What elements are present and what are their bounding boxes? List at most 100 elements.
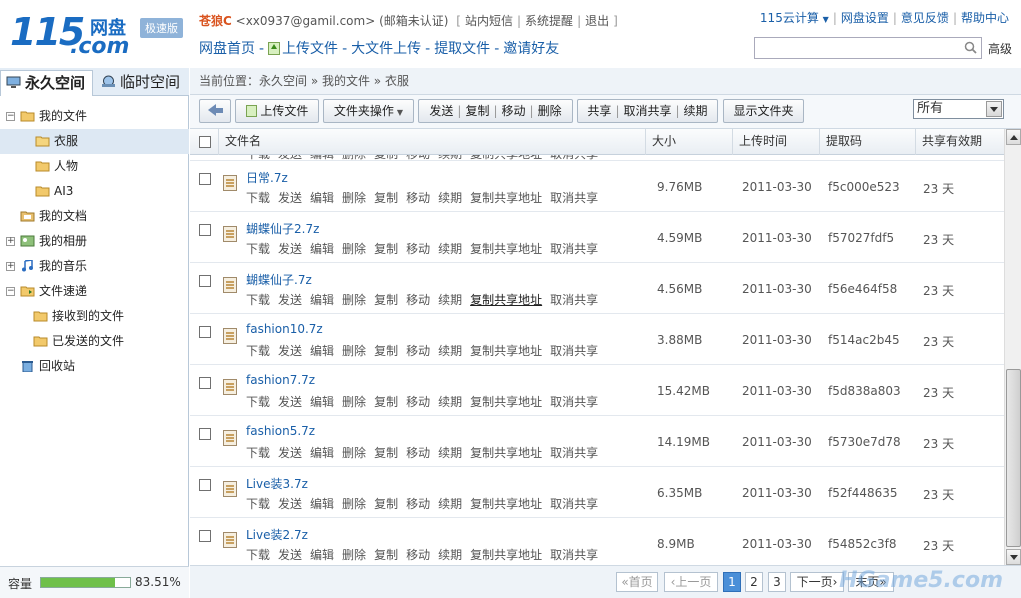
action-delete[interactable]: 删除	[342, 395, 366, 409]
search-icon[interactable]	[964, 41, 977, 54]
chevron-down-icon[interactable]	[986, 101, 1002, 117]
action-move[interactable]: 移动	[406, 548, 430, 562]
action-copy[interactable]: 复制	[374, 446, 398, 460]
action-delete[interactable]: 删除	[342, 548, 366, 562]
tab-permanent-space[interactable]: 永久空间	[0, 70, 93, 96]
share-button[interactable]: 共享	[587, 104, 611, 118]
scroll-up-icon[interactable]	[1006, 129, 1021, 145]
action-send[interactable]: 发送	[278, 548, 302, 562]
action-delete[interactable]: 删除	[342, 446, 366, 460]
table-row[interactable]: fashion7.7z 下载 发送 编辑 删除 复制 移动 续期 复制共享地址 取消共享 15.42…	[190, 365, 1004, 416]
upload-button[interactable]: 上传文件	[235, 99, 319, 123]
action-download[interactable]: 下载	[246, 293, 270, 307]
tab-temporary-space[interactable]: 临时空间	[96, 70, 189, 96]
action-send[interactable]: 发送	[278, 293, 302, 307]
action-delete[interactable]: 删除	[342, 242, 366, 256]
table-row[interactable]: 日常.7z 下载 发送 编辑 删除 复制 移动 续期 复制共享地址 取消共享 9.76MB 2011-…	[190, 161, 1004, 212]
settings-link[interactable]: 网盘设置	[841, 11, 889, 25]
first-page-button[interactable]: «首页	[616, 572, 658, 592]
row-checkbox[interactable]	[199, 377, 211, 389]
nav-extract[interactable]: 提取文件	[434, 41, 490, 57]
action-renew[interactable]: 续期	[438, 446, 462, 460]
table-row[interactable]: Live装3.7z 下载 发送 编辑 删除 复制 移动 续期 复制共享地址 取消共享 6.35MB 2…	[190, 467, 1004, 518]
action-send[interactable]: 发送	[278, 242, 302, 256]
action-send[interactable]: 发送	[278, 446, 302, 460]
feedback-link[interactable]: 意见反馈	[901, 11, 949, 25]
unshare-button[interactable]: 取消共享	[623, 104, 671, 118]
page-3-button[interactable]: 3	[768, 572, 786, 592]
nav-upload[interactable]: 上传文件	[282, 41, 338, 57]
action-download[interactable]: 下载	[246, 497, 270, 511]
scroll-thumb[interactable]	[1006, 369, 1021, 547]
tree-folder-ai3[interactable]: AI3	[0, 179, 189, 204]
filter-select[interactable]: 所有	[913, 99, 1004, 119]
scroll-down-icon[interactable]	[1006, 549, 1021, 565]
action-edit[interactable]: 编辑	[310, 344, 334, 358]
action-edit[interactable]: 编辑	[310, 191, 334, 205]
help-link[interactable]: 帮助中心	[961, 11, 1009, 25]
tree-received-files[interactable]: 接收到的文件	[0, 304, 189, 329]
file-name-link[interactable]: fashion10.7z	[246, 322, 323, 336]
nav-invite[interactable]: 邀请好友	[503, 41, 559, 57]
col-upload-time[interactable]: 上传时间	[732, 129, 819, 155]
row-checkbox[interactable]	[199, 530, 211, 542]
table-row[interactable]: 蝴蝶仙子.7z 下载 发送 编辑 删除 复制 移动 续期 复制共享地址 取消共享 4.56MB 201…	[190, 263, 1004, 314]
tree-my-music[interactable]: + 我的音乐	[0, 254, 189, 279]
action-renew[interactable]: 续期	[438, 548, 462, 562]
action-edit[interactable]: 编辑	[310, 293, 334, 307]
col-share-expiry[interactable]: 共享有效期	[915, 129, 1004, 155]
action-copy-share-link[interactable]: 复制共享地址	[470, 548, 542, 562]
action-copy[interactable]: 复制	[374, 191, 398, 205]
action-send[interactable]: 发送	[278, 344, 302, 358]
action-copy-share-link[interactable]: 复制共享地址	[470, 344, 542, 358]
action-unshare[interactable]: 取消共享	[550, 497, 598, 511]
action-download[interactable]: 下载	[246, 548, 270, 562]
delete-button[interactable]: 删除	[538, 104, 562, 118]
action-copy[interactable]: 复制	[374, 497, 398, 511]
nav-large-upload[interactable]: 大文件上传	[351, 41, 421, 57]
row-checkbox[interactable]	[199, 224, 211, 236]
action-copy-share-link[interactable]: 复制共享地址	[470, 242, 542, 256]
logo[interactable]: 115 网盘 .com 极速版	[10, 8, 190, 59]
row-checkbox[interactable]	[199, 428, 211, 440]
file-name-link[interactable]: Live装2.7z	[246, 526, 308, 543]
action-renew[interactable]: 续期	[438, 395, 462, 409]
action-send[interactable]: 发送	[278, 395, 302, 409]
file-name-link[interactable]: 蝴蝶仙子2.7z	[246, 220, 319, 237]
back-button[interactable]	[199, 99, 231, 123]
action-send[interactable]: 发送	[278, 191, 302, 205]
action-move[interactable]: 移动	[406, 446, 430, 460]
action-download[interactable]: 下载	[246, 395, 270, 409]
action-unshare[interactable]: 取消共享	[550, 344, 598, 358]
action-unshare[interactable]: 取消共享	[550, 446, 598, 460]
row-checkbox[interactable]	[199, 479, 211, 491]
renew-button[interactable]: 续期	[684, 104, 708, 118]
file-name-link[interactable]: fashion7.7z	[246, 373, 315, 387]
file-name-link[interactable]: 日常.7z	[246, 169, 288, 186]
action-unshare[interactable]: 取消共享	[550, 191, 598, 205]
collapse-icon[interactable]: −	[6, 112, 15, 121]
action-copy-share-link[interactable]: 复制共享地址	[470, 446, 542, 460]
action-send[interactable]: 发送	[278, 497, 302, 511]
action-edit[interactable]: 编辑	[310, 242, 334, 256]
send-button[interactable]: 发送	[429, 104, 453, 118]
vertical-scrollbar[interactable]	[1004, 129, 1021, 565]
action-unshare[interactable]: 取消共享	[550, 548, 598, 562]
action-unshare[interactable]: 取消共享	[550, 242, 598, 256]
tree-file-express[interactable]: − 文件速递	[0, 279, 189, 304]
expand-icon[interactable]: +	[6, 262, 15, 271]
username[interactable]: 苍狼C	[199, 14, 232, 28]
action-edit[interactable]: 编辑	[310, 497, 334, 511]
action-delete[interactable]: 删除	[342, 293, 366, 307]
search-input[interactable]	[755, 38, 955, 58]
action-copy[interactable]: 复制	[374, 395, 398, 409]
notifications-link[interactable]: 系统提醒	[525, 14, 573, 28]
action-download[interactable]: 下载	[246, 446, 270, 460]
prev-page-button[interactable]: ‹上一页	[664, 572, 718, 592]
select-all-checkbox[interactable]	[199, 136, 211, 148]
tree-my-albums[interactable]: + 我的相册	[0, 229, 189, 254]
page-1-button[interactable]: 1	[723, 572, 741, 592]
copy-button[interactable]: 复制	[465, 104, 489, 118]
action-delete[interactable]: 删除	[342, 191, 366, 205]
action-unshare[interactable]: 取消共享	[550, 395, 598, 409]
